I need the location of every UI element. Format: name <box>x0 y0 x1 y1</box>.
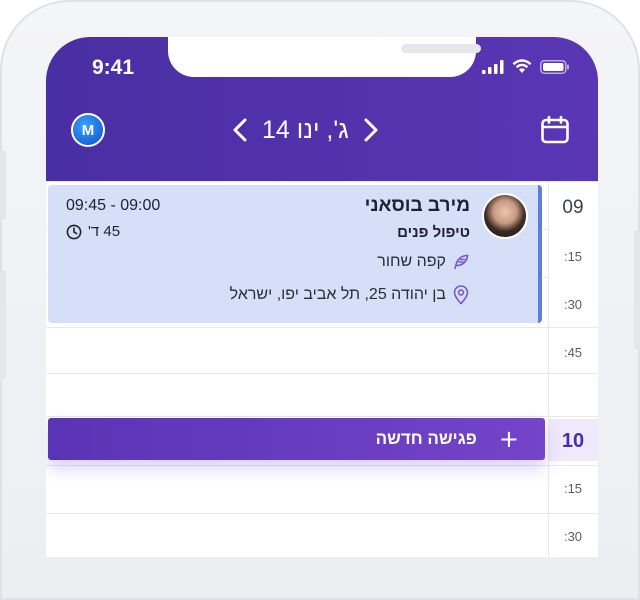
service-name: טיפול פנים <box>397 224 470 241</box>
duration-text: 45 ד' <box>88 223 121 240</box>
time-column-divider <box>548 181 549 557</box>
user-avatar-button[interactable]: M <box>71 113 105 147</box>
appointment-address-row: בן יהודה 25, תל אביב יפו, ישראל <box>230 285 470 305</box>
status-time: 9:41 <box>92 56 135 79</box>
new-meeting-label: פגישה חדשה <box>375 429 477 448</box>
phone-volume-button <box>0 270 6 380</box>
address-text: בן יהודה 25, תל אביב יפו, ישראל <box>229 286 446 303</box>
plus-icon: + <box>498 425 519 453</box>
appointment-time: 09:45 - 09:00 <box>66 197 161 214</box>
phone-volume-button <box>0 150 6 220</box>
slot-line <box>46 181 598 182</box>
feather-icon <box>454 254 469 270</box>
note-text: קפה שחור <box>377 253 446 270</box>
client-avatar <box>482 193 528 239</box>
clock-icon <box>66 224 82 239</box>
phone-power-button <box>634 230 640 350</box>
chevron-right-icon[interactable] <box>363 117 379 143</box>
phone-notch <box>168 37 481 77</box>
chevron-left-icon[interactable] <box>232 117 248 143</box>
slot-line <box>46 513 598 514</box>
date-navigator: ג', ינו 14 <box>232 113 379 147</box>
app-header: 9:41 M ג', ינו 14 <box>46 37 598 181</box>
slot-line <box>46 416 598 417</box>
time-label-0945: :45 <box>563 345 583 360</box>
signal-icon <box>482 59 504 74</box>
appointment-card[interactable]: מירב בוסאני טיפול פנים 09:45 - 09:00 45 … <box>48 185 542 323</box>
battery-icon <box>540 59 569 74</box>
client-name: מירב בוסאני <box>364 195 470 216</box>
new-meeting-button[interactable]: + פגישה חדשה <box>48 418 545 460</box>
time-label-0915: :15 <box>563 249 583 264</box>
speaker-grille <box>401 44 481 53</box>
day-schedule: 09 :15 :30 :45 10 :15 :30 מירב בוסאני טי… <box>46 181 598 557</box>
status-icons <box>482 59 570 74</box>
appointment-duration: 45 ד' <box>66 223 120 240</box>
time-label-1015: :15 <box>563 481 583 496</box>
appointment-note-row: קפה שחור <box>377 253 470 271</box>
time-label-09: 09 <box>562 197 584 218</box>
time-label-10: 10 <box>561 430 585 452</box>
time-label-0930: :30 <box>563 297 583 312</box>
slot-line <box>46 327 598 328</box>
time-label-1030: :30 <box>563 529 583 544</box>
app-screen: 9:41 M ג', ינו 14 09:15:30:45 10:15 … <box>46 37 598 557</box>
slot-line <box>46 373 598 374</box>
wifi-icon <box>512 59 532 73</box>
date-title[interactable]: ג', ינו 14 <box>262 116 349 145</box>
slot-line <box>46 465 598 466</box>
location-pin-icon <box>453 285 469 305</box>
calendar-icon[interactable] <box>540 115 570 145</box>
